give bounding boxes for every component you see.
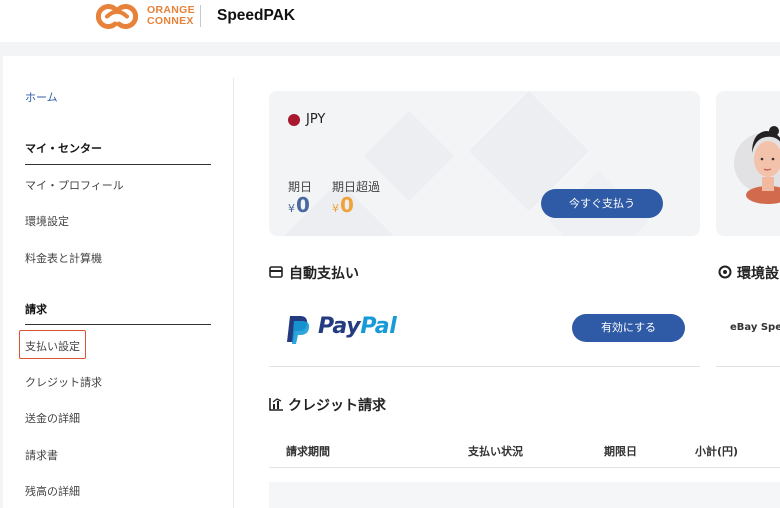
sidebar-item-env-settings[interactable]: 環境設定 <box>25 213 69 229</box>
speedpak-brand[interactable]: SpeedPAK <box>217 7 295 25</box>
sidebar-item-invoices[interactable]: 請求書 <box>25 447 58 463</box>
sidebar-section-rule <box>25 324 211 325</box>
japan-flag-icon <box>288 114 300 126</box>
credit-billing-title: クレジット請求 <box>288 398 386 414</box>
yen-symbol: ¥ <box>332 202 339 215</box>
section-divider <box>269 366 700 367</box>
sidebar-section-my-center: マイ・センター <box>25 142 102 155</box>
sidebar-divider <box>233 78 234 508</box>
overdue-amount: ¥0 <box>332 193 354 217</box>
yen-symbol: ¥ <box>288 202 295 215</box>
top-header: ORANGE CONNEX SpeedPAK <box>0 0 780 42</box>
sidebar <box>0 56 233 508</box>
currency-label: JPY <box>306 112 326 127</box>
enable-auto-payment-button[interactable]: 有効にする <box>572 314 685 342</box>
sidebar-section-billing: 請求 <box>25 303 47 316</box>
header-band <box>0 42 780 56</box>
pay-now-button[interactable]: 今すぐ支払う <box>541 189 663 218</box>
column-header-due-date[interactable]: 期限日 <box>604 443 637 459</box>
table-body <box>269 482 780 508</box>
chart-icon <box>269 398 283 411</box>
sidebar-item-remittance-details[interactable]: 送金の詳細 <box>25 410 80 426</box>
section-divider <box>716 366 780 367</box>
sidebar-item-payment-settings[interactable]: 支払い設定 <box>25 338 80 354</box>
paypal-logo-text: PayPal <box>318 314 397 339</box>
orange-connex-logo-icon[interactable] <box>93 3 143 30</box>
due-amount: ¥0 <box>288 193 310 217</box>
header-divider <box>200 5 201 27</box>
balance-card: JPY 期日 期日超過 ¥0 ¥0 今すぐ支払う <box>269 91 700 236</box>
due-amount-value: 0 <box>296 193 310 217</box>
sidebar-item-rate-calculator[interactable]: 料金表と計算機 <box>25 250 102 266</box>
column-header-billing-period[interactable]: 請求期間 <box>286 443 330 459</box>
sidebar-item-home[interactable]: ホーム <box>25 89 58 105</box>
settings-icon <box>718 265 732 279</box>
card-icon <box>269 266 283 278</box>
paypal-p-icon <box>287 316 310 344</box>
orange-connex-logo-text: ORANGE CONNEX <box>147 4 195 27</box>
ebay-speedpak-label: eBay Spe <box>730 322 780 333</box>
table-header-divider <box>269 467 780 468</box>
sidebar-item-my-profile[interactable]: マイ・プロフィール <box>25 177 124 193</box>
sidebar-section-rule <box>25 164 211 165</box>
profile-card <box>716 91 780 236</box>
avatar[interactable] <box>716 91 780 236</box>
overdue-amount-value: 0 <box>340 193 354 217</box>
column-header-payment-status[interactable]: 支払い状況 <box>468 443 523 459</box>
auto-payment-title: 自動支払い <box>289 266 359 282</box>
env-settings-title: 環境設 <box>737 266 779 282</box>
sidebar-item-credit-billing[interactable]: クレジット請求 <box>25 374 102 390</box>
column-header-subtotal[interactable]: 小計(円) <box>695 443 738 459</box>
sidebar-item-balance-details[interactable]: 残高の詳細 <box>25 483 80 499</box>
